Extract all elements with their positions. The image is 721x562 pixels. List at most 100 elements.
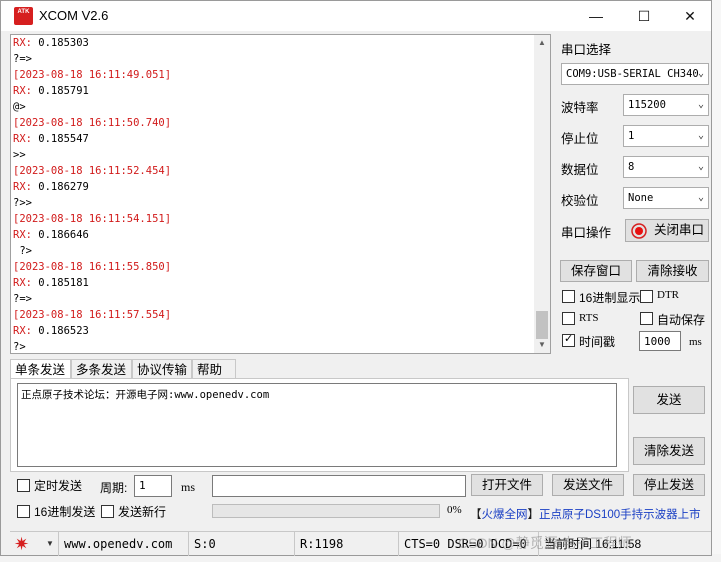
receive-line: ?=>: [13, 53, 32, 65]
save-window-button[interactable]: 保存窗口: [560, 260, 632, 282]
window-title: XCOM V2.6: [39, 8, 109, 23]
databit-combo[interactable]: 8 ⌄: [623, 156, 709, 178]
hex-display-label: 16进制显示: [579, 291, 641, 305]
rx-prefix: RX:: [13, 37, 32, 49]
close-port-button[interactable]: 关闭串口: [625, 219, 709, 242]
dropdown-arrow-icon[interactable]: ▼: [46, 532, 54, 556]
app-logo-text: ATK: [17, 9, 30, 15]
send-progress-bar: [212, 504, 440, 518]
stopbit-combo[interactable]: 1 ⌄: [623, 125, 709, 147]
timestamp-interval-input[interactable]: 1000: [639, 331, 681, 351]
tab-single-send[interactable]: 单条发送: [10, 359, 71, 380]
ad-link[interactable]: 【火爆全网】正点原子DS100手持示波器上市: [470, 506, 701, 522]
receive-line: [2023-08-18 16:11:52.454]: [13, 165, 172, 177]
tab-protocol[interactable]: 协议传输: [132, 359, 192, 379]
chevron-down-icon: ⌄: [697, 68, 704, 79]
receive-scrollbar[interactable]: ▲ ▼: [534, 35, 550, 353]
close-button[interactable]: ✕: [667, 1, 713, 31]
receive-lines: RX: 0.185303 ?=> [2023-08-18 16:11:49.051]…: [13, 35, 533, 353]
parity-combo[interactable]: None ⌄: [623, 187, 709, 209]
receive-line: ?>: [13, 245, 32, 257]
stopbit-label: 停止位: [561, 132, 599, 146]
rx-prefix: RX:: [13, 325, 32, 337]
rx-prefix: RX:: [13, 229, 32, 241]
xcom-window: ATK XCOM V2.6 — ☐ ✕ RX: 0.185303 ?=> [2023…: [0, 0, 712, 556]
chevron-down-icon: ⌄: [697, 192, 704, 203]
hex-display-checkbox[interactable]: [562, 290, 575, 303]
port-select-label: 串口选择: [561, 43, 612, 57]
receive-line: RX: 0.185181: [13, 275, 533, 291]
timed-send-checkbox[interactable]: [17, 479, 30, 492]
parity-label: 校验位: [561, 194, 599, 208]
hex-send-label: 16进制发送: [34, 505, 96, 519]
rx-prefix: RX:: [13, 277, 32, 289]
open-file-button[interactable]: 打开文件: [471, 474, 543, 496]
receive-line: ?>: [13, 341, 26, 353]
baud-combo-value: 115200: [628, 99, 666, 111]
timestamp-label: 时间戳: [579, 335, 616, 349]
rx-value: 0.186523: [31, 325, 89, 337]
rts-label: RTS: [579, 312, 599, 324]
csdn-watermark: CSDN @静觅源 电子工程师: [458, 535, 632, 551]
hex-send-checkbox[interactable]: [17, 505, 30, 518]
gear-icon[interactable]: ✷: [14, 534, 36, 554]
send-button[interactable]: 发送: [633, 386, 705, 414]
title-bar[interactable]: ATK XCOM V2.6 — ☐ ✕: [1, 1, 711, 31]
timestamp-unit: ms: [689, 336, 702, 348]
baud-combo[interactable]: 115200 ⌄: [623, 94, 709, 116]
file-path-input[interactable]: [212, 475, 466, 497]
port-status-icon: [631, 223, 647, 239]
send-file-button[interactable]: 发送文件: [552, 474, 624, 496]
dtr-checkbox[interactable]: [640, 290, 653, 303]
period-input[interactable]: 1: [134, 475, 172, 497]
scroll-up-arrow-icon[interactable]: ▲: [534, 35, 550, 51]
chevron-down-icon: ⌄: [697, 99, 704, 110]
receive-line: [2023-08-18 16:11:50.740]: [13, 117, 172, 129]
status-received-count: R:1198: [294, 532, 398, 556]
receive-line: @>: [13, 101, 26, 113]
rx-value: 0.185791: [31, 85, 89, 97]
tab-multi-send[interactable]: 多条发送: [71, 359, 132, 379]
clear-receive-button[interactable]: 清除接收: [636, 260, 709, 282]
auto-save-label: 自动保存: [657, 313, 706, 327]
receive-textarea[interactable]: RX: 0.185303 ?=> [2023-08-18 16:11:49.051]…: [10, 34, 551, 354]
receive-line: [2023-08-18 16:11:57.554]: [13, 309, 172, 321]
rx-value: 0.186646: [31, 229, 89, 241]
period-label: 周期:: [100, 481, 128, 495]
send-newline-checkbox[interactable]: [101, 505, 114, 518]
auto-save-checkbox[interactable]: [640, 312, 653, 325]
minimize-button[interactable]: —: [573, 1, 619, 31]
receive-line: [2023-08-18 16:11:55.850]: [13, 261, 172, 273]
close-port-label: 关闭串口: [654, 223, 705, 237]
chevron-down-icon: ⌄: [697, 161, 704, 172]
desktop-background-right: [711, 0, 721, 562]
status-url[interactable]: www.openedv.com: [58, 532, 188, 556]
receive-line: RX: 0.186279: [13, 179, 533, 195]
timestamp-checkbox[interactable]: [562, 332, 575, 347]
receive-line: [2023-08-18 16:11:54.151]: [13, 213, 172, 225]
ad-bracket-open: 【: [470, 509, 482, 521]
send-panel: 正点原子技术论坛：开源电子网:www.openedv.com: [10, 378, 629, 472]
clear-send-button[interactable]: 清除发送: [633, 437, 705, 465]
timed-send-label: 定时发送: [34, 479, 83, 493]
port-combo[interactable]: COM9:USB-SERIAL CH340 ⌄: [561, 63, 709, 85]
send-textarea[interactable]: 正点原子技术论坛：开源电子网:www.openedv.com: [17, 383, 617, 467]
chevron-down-icon: ⌄: [697, 130, 704, 141]
receive-line: ?>>: [13, 197, 32, 209]
rx-prefix: RX:: [13, 85, 32, 97]
scrollbar-thumb[interactable]: [536, 311, 548, 339]
progress-percent: 0%: [447, 504, 462, 516]
tab-help[interactable]: 帮助: [192, 359, 236, 379]
stop-send-button[interactable]: 停止发送: [633, 474, 705, 496]
receive-line: RX: 0.185303: [13, 35, 533, 51]
rx-value: 0.185303: [31, 37, 89, 49]
receive-line: RX: 0.185791: [13, 83, 533, 99]
scroll-down-arrow-icon[interactable]: ▼: [534, 337, 550, 353]
send-newline-label: 发送新行: [118, 505, 167, 519]
receive-line: >>: [13, 149, 26, 161]
dtr-label: DTR: [657, 289, 679, 301]
maximize-button[interactable]: ☐: [621, 1, 667, 31]
ad-highlight: 火爆全网: [481, 509, 528, 521]
period-unit: ms: [181, 480, 196, 494]
rts-checkbox[interactable]: [562, 312, 575, 325]
